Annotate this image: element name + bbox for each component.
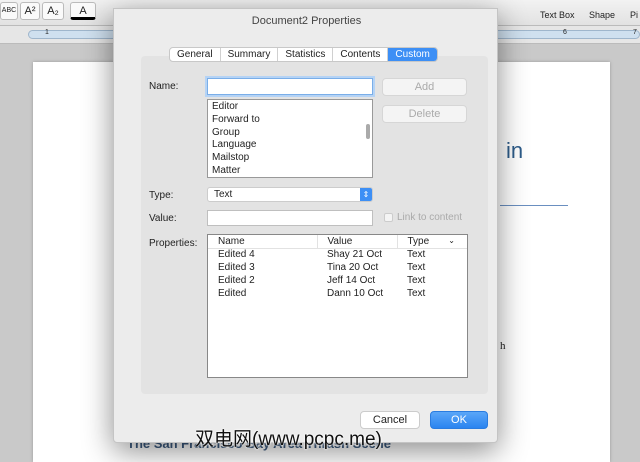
table-row[interactable]: Edited 4 Shay 21 Oct Text bbox=[208, 248, 467, 261]
shape-button[interactable]: Shape bbox=[589, 10, 615, 20]
list-item[interactable]: Matter bbox=[208, 165, 372, 178]
list-item[interactable]: Forward to bbox=[208, 114, 372, 127]
properties-dialog: Document2 Properties Name: Add Delete Ed… bbox=[113, 8, 498, 443]
value-label: Value: bbox=[149, 213, 177, 224]
list-item[interactable]: Mailstop bbox=[208, 152, 372, 165]
tab-custom[interactable]: Custom bbox=[388, 48, 437, 61]
table-row[interactable]: Edited 2 Jeff 14 Oct Text bbox=[208, 274, 467, 287]
link-to-content-checkbox[interactable] bbox=[384, 213, 393, 222]
ruler-mark: 7 bbox=[633, 29, 637, 36]
value-input[interactable] bbox=[207, 210, 373, 226]
list-item[interactable]: Group bbox=[208, 127, 372, 140]
table-row[interactable]: Edited Dann 10 Oct Text bbox=[208, 287, 467, 300]
name-label: Name: bbox=[149, 81, 179, 92]
strikethrough-button[interactable]: ABC bbox=[0, 2, 18, 20]
list-item[interactable]: Editor bbox=[208, 101, 372, 114]
text-box-button[interactable]: Text Box bbox=[540, 10, 575, 20]
cell-type: Text bbox=[407, 288, 426, 299]
delete-button[interactable]: Delete bbox=[382, 105, 467, 123]
tab-statistics[interactable]: Statistics bbox=[278, 48, 334, 61]
list-scrollbar[interactable] bbox=[366, 124, 370, 139]
ruler-mark: 1 bbox=[45, 29, 49, 36]
properties-label: Properties: bbox=[149, 238, 198, 249]
column-name[interactable]: Name bbox=[208, 235, 318, 249]
cell-name: Edited 4 bbox=[218, 249, 255, 261]
cell-name: Edited bbox=[218, 288, 247, 299]
type-select-value: Text bbox=[214, 189, 233, 200]
picture-button[interactable]: Pi bbox=[630, 10, 638, 20]
custom-panel: Name: Add Delete Editor Forward to Group… bbox=[141, 56, 488, 394]
watermark: 双电网(www.pcpc.me) bbox=[195, 429, 382, 450]
type-label: Type: bbox=[149, 190, 174, 201]
dialog-title: Document2 Properties bbox=[251, 15, 362, 27]
body-fragment: h bbox=[500, 340, 506, 352]
ok-button[interactable]: OK bbox=[430, 411, 488, 429]
list-item[interactable]: Language bbox=[208, 139, 372, 152]
subscript-button[interactable]: A₂ bbox=[42, 2, 64, 20]
add-button[interactable]: Add bbox=[382, 78, 467, 96]
cell-type: Text bbox=[407, 249, 426, 261]
font-color-button[interactable]: A bbox=[70, 2, 96, 20]
properties-table[interactable]: Name Value Type ⌄ Edited 4 Shay 21 Oct Text… bbox=[207, 234, 468, 378]
cell-name: Edited 2 bbox=[218, 275, 255, 286]
cell-value: Shay 21 Oct bbox=[327, 249, 383, 261]
tab-bar: General Summary Statistics Contents Cust… bbox=[169, 47, 438, 62]
chevron-updown-icon: ⇕ bbox=[360, 188, 372, 201]
tab-general[interactable]: General bbox=[170, 48, 221, 61]
heading-fragment: in bbox=[506, 138, 524, 163]
ruler-mark: 6 bbox=[563, 29, 567, 36]
column-type[interactable]: Type ⌄ bbox=[397, 235, 467, 249]
cell-value: Jeff 14 Oct bbox=[327, 275, 376, 286]
cell-type: Text bbox=[407, 275, 426, 286]
cell-value: Dann 10 Oct bbox=[327, 288, 384, 299]
column-value[interactable]: Value bbox=[317, 235, 398, 249]
superscript-button[interactable]: A² bbox=[20, 2, 40, 20]
column-type-label: Type bbox=[407, 235, 430, 247]
table-header: Name Value Type ⌄ bbox=[208, 235, 467, 249]
cell-name: Edited 3 bbox=[218, 262, 255, 273]
cell-value: Tina 20 Oct bbox=[327, 262, 379, 273]
heading-rule bbox=[500, 205, 568, 206]
table-row[interactable]: Edited 3 Tina 20 Oct Text bbox=[208, 261, 467, 274]
link-to-content-label: Link to content bbox=[397, 212, 463, 223]
type-select[interactable]: Text ⇕ bbox=[207, 187, 373, 202]
tab-summary[interactable]: Summary bbox=[221, 48, 279, 61]
cell-type: Text bbox=[407, 262, 426, 273]
chevron-down-icon: ⌄ bbox=[448, 235, 455, 245]
name-input[interactable] bbox=[207, 78, 373, 95]
name-options-list[interactable]: Editor Forward to Group Language Mailsto… bbox=[207, 99, 373, 178]
tab-contents[interactable]: Contents bbox=[333, 48, 389, 61]
